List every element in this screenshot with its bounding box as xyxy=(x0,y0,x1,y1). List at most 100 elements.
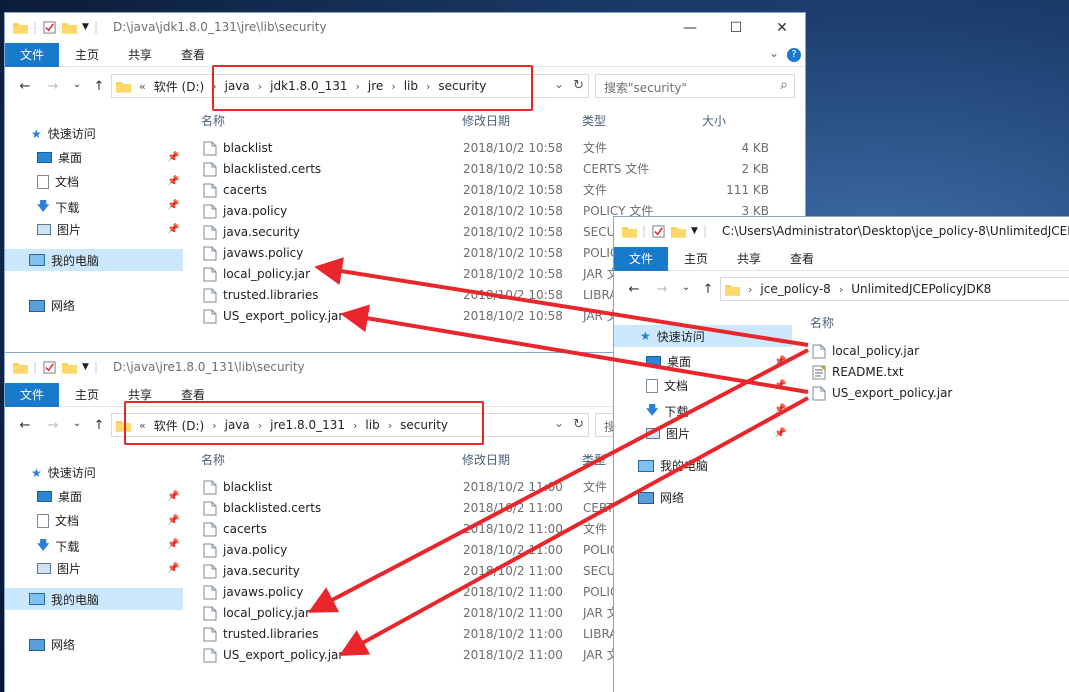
column-name[interactable]: 名称 xyxy=(810,314,834,331)
nav-this-pc[interactable]: 我的电脑 xyxy=(5,249,183,271)
column-size[interactable]: 大小 xyxy=(702,112,726,129)
properties-icon[interactable] xyxy=(651,224,666,238)
forward-button[interactable]: → xyxy=(654,282,670,297)
nav-downloads[interactable]: 🡇 下载 xyxy=(37,536,79,557)
nav-documents[interactable]: 文档 xyxy=(646,377,688,394)
file-row[interactable]: javaws.policy 2018/10/2 11:00 POLIC xyxy=(203,582,615,603)
pin-icon[interactable]: 📌 xyxy=(167,152,179,163)
forward-button[interactable]: → xyxy=(45,418,61,433)
nav-pictures[interactable]: 图片 xyxy=(37,221,81,238)
customize-toolbar-icon[interactable]: ▼ xyxy=(691,226,698,236)
new-folder-icon[interactable] xyxy=(671,225,687,238)
pin-icon[interactable]: 📌 xyxy=(167,563,179,574)
breadcrumb-drive[interactable]: 软件 (D:) xyxy=(154,78,204,95)
nav-quick-access[interactable]: ★ 快速访问 xyxy=(31,464,96,481)
file-row[interactable]: java.policy 2018/10/2 11:00 POLIC xyxy=(203,540,615,561)
file-row[interactable]: blacklisted.certs 2018/10/2 10:58 CERTS 文件… xyxy=(203,159,803,180)
new-folder-icon[interactable] xyxy=(62,21,78,34)
overflow-chevron[interactable]: « xyxy=(139,80,146,93)
file-row[interactable]: trusted.libraries 2018/10/2 11:00 LIBRA xyxy=(203,624,615,645)
nav-documents[interactable]: 文档 xyxy=(37,512,79,529)
tab-share[interactable]: 共享 xyxy=(128,43,152,67)
pin-icon[interactable]: 📌 xyxy=(167,176,179,187)
file-row[interactable]: blacklist 2018/10/2 10:58 文件 4 KB xyxy=(203,138,803,159)
nav-desktop[interactable]: 桌面 xyxy=(37,488,82,505)
nav-network[interactable]: 网络 xyxy=(29,297,75,314)
file-row[interactable]: blacklisted.certs 2018/10/2 11:00 CERT xyxy=(203,498,615,519)
column-date[interactable]: 修改日期 xyxy=(462,451,510,468)
file-row[interactable]: cacerts 2018/10/2 10:58 文件 111 KB xyxy=(203,180,803,201)
refresh-icon[interactable]: ↻ xyxy=(573,417,584,432)
file-row[interactable]: cacerts 2018/10/2 11:00 文件 xyxy=(203,519,615,540)
address-bar[interactable]: › jce_policy-8 › UnlimitedJCEPolicyJDK8 xyxy=(720,277,1069,301)
file-row[interactable]: java.security 2018/10/2 11:00 SECU xyxy=(203,561,615,582)
recent-locations-button[interactable]: ⌄ xyxy=(69,418,85,429)
minimize-button[interactable]: — xyxy=(667,13,713,43)
column-type[interactable]: 类型 xyxy=(582,451,606,468)
customize-toolbar-icon[interactable]: ▼ xyxy=(82,362,89,372)
nav-downloads[interactable]: 🡇 下载 xyxy=(37,197,79,218)
recent-locations-button[interactable]: ⌄ xyxy=(678,282,694,293)
pin-icon[interactable]: 📌 xyxy=(167,491,179,502)
tab-home[interactable]: 主页 xyxy=(684,247,708,271)
breadcrumb-separator[interactable]: › xyxy=(748,283,752,296)
breadcrumb-separator[interactable]: › xyxy=(839,283,843,296)
properties-icon[interactable] xyxy=(42,360,57,374)
tab-file[interactable]: 文件 xyxy=(614,247,669,271)
tab-home[interactable]: 主页 xyxy=(75,383,99,407)
address-dropdown-icon[interactable]: ⌄ xyxy=(554,77,564,91)
pin-icon[interactable]: 📌 xyxy=(774,404,786,415)
pin-icon[interactable]: 📌 xyxy=(774,380,786,391)
pin-icon[interactable]: 📌 xyxy=(167,515,179,526)
file-row[interactable]: US_export_policy.jar xyxy=(812,383,1069,404)
pin-icon[interactable]: 📌 xyxy=(167,224,179,235)
nav-pictures[interactable]: 图片 xyxy=(37,560,81,577)
tab-home[interactable]: 主页 xyxy=(75,43,99,67)
pin-icon[interactable]: 📌 xyxy=(774,356,786,367)
back-button[interactable]: ← xyxy=(626,282,642,297)
refresh-icon[interactable]: ↻ xyxy=(573,78,584,93)
forward-button[interactable]: → xyxy=(45,79,61,94)
pin-icon[interactable]: 📌 xyxy=(774,428,786,439)
new-folder-icon[interactable] xyxy=(62,361,78,374)
title-bar[interactable]: | ▼ | D:\java\jre1.8.0_131\lib\security xyxy=(5,353,615,383)
file-row[interactable]: US_export_policy.jar 2018/10/2 11:00 JAR 文 xyxy=(203,645,615,666)
breadcrumb-jce-policy[interactable]: jce_policy-8 xyxy=(760,282,830,296)
up-button[interactable]: ↑ xyxy=(91,79,107,94)
search-input[interactable]: 搜索"security" ⌕ xyxy=(595,74,795,98)
nav-documents[interactable]: 文档 xyxy=(37,173,79,190)
tab-file[interactable]: 文件 xyxy=(5,383,60,407)
nav-this-pc[interactable]: 我的电脑 xyxy=(638,457,708,474)
tab-view[interactable]: 查看 xyxy=(181,43,205,67)
maximize-button[interactable]: ☐ xyxy=(713,13,759,43)
column-date[interactable]: 修改日期 xyxy=(462,112,510,129)
nav-pictures[interactable]: 图片 xyxy=(646,425,690,442)
column-name[interactable]: 名称 xyxy=(201,451,225,468)
back-button[interactable]: ← xyxy=(17,79,33,94)
nav-downloads[interactable]: 🡇 下载 xyxy=(646,401,688,422)
pin-icon[interactable]: 📌 xyxy=(167,200,179,211)
customize-toolbar-icon[interactable]: ▼ xyxy=(82,22,89,32)
ribbon-expand-icon[interactable]: ⌄ xyxy=(769,46,779,60)
properties-icon[interactable] xyxy=(42,20,57,34)
nav-network[interactable]: 网络 xyxy=(29,636,75,653)
nav-desktop[interactable]: 桌面 xyxy=(646,353,691,370)
address-dropdown-icon[interactable]: ⌄ xyxy=(554,416,564,430)
nav-quick-access[interactable]: ★ 快速访问 xyxy=(614,325,792,347)
close-button[interactable]: ✕ xyxy=(759,13,805,43)
tab-file[interactable]: 文件 xyxy=(5,43,60,67)
up-button[interactable]: ↑ xyxy=(700,282,716,297)
title-bar[interactable]: | ▼ | C:\Users\Administrator\Desktop\jce… xyxy=(614,217,1069,247)
file-row[interactable]: blacklist 2018/10/2 11:00 文件 xyxy=(203,477,615,498)
file-row[interactable]: local_policy.jar xyxy=(812,341,1069,362)
tab-share[interactable]: 共享 xyxy=(737,247,761,271)
nav-desktop[interactable]: 桌面 xyxy=(37,149,82,166)
column-type[interactable]: 类型 xyxy=(582,112,606,129)
nav-network[interactable]: 网络 xyxy=(638,489,684,506)
pin-icon[interactable]: 📌 xyxy=(167,539,179,550)
nav-quick-access[interactable]: ★ 快速访问 xyxy=(31,125,96,142)
recent-locations-button[interactable]: ⌄ xyxy=(69,79,85,90)
nav-this-pc[interactable]: 我的电脑 xyxy=(5,588,183,610)
back-button[interactable]: ← xyxy=(17,418,33,433)
help-icon[interactable]: ? xyxy=(787,48,801,62)
